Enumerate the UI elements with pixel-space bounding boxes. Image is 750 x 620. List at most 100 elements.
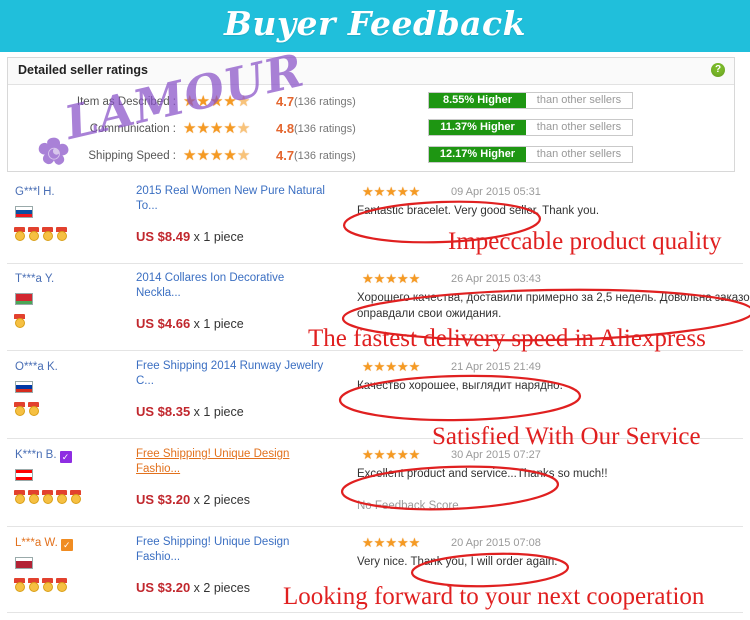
rating-row: Shipping Speed : ★★★★★ 4.7 (136 ratings) 12.… bbox=[8, 144, 734, 171]
comparison-bar: 8.55% Higher than other sellers bbox=[428, 92, 633, 109]
feedback-date: 20 Apr 2015 07:08 bbox=[451, 537, 541, 549]
product-link[interactable]: Free Shipping! Unique Design Fashio... bbox=[136, 535, 331, 565]
buyer-medals bbox=[14, 490, 84, 509]
medal-icon bbox=[56, 490, 67, 504]
feedback-stars: ★★★★★ bbox=[362, 270, 420, 288]
order-price: US $3.20 x 2 pieces bbox=[136, 492, 250, 507]
feedback-row: O***a K. Free Shipping 2014 Runway Jewelr… bbox=[7, 352, 743, 439]
rating-count: (136 ratings) bbox=[294, 96, 356, 108]
rating-label: Shipping Speed : bbox=[88, 150, 176, 162]
rating-score: 4.7 bbox=[276, 148, 295, 163]
feedback-row: T***a Y. 2014 Collares Ion Decorative Nec… bbox=[7, 264, 750, 351]
canada-flag bbox=[15, 469, 33, 481]
medal-icon bbox=[14, 578, 25, 592]
buyer-feedback-page: Buyer Feedback Detailed seller ratings ?… bbox=[0, 0, 750, 620]
medal-icon bbox=[28, 402, 39, 416]
rating-count: (136 ratings) bbox=[294, 123, 356, 135]
question-mark-icon[interactable]: ? bbox=[711, 63, 725, 77]
rating-stars: ★★★★★ bbox=[183, 120, 250, 138]
order-price: US $3.20 x 2 pieces bbox=[136, 580, 250, 595]
medal-icon bbox=[42, 490, 53, 504]
feedback-date: 30 Apr 2015 07:27 bbox=[451, 449, 541, 461]
product-link[interactable]: 2015 Real Women New Pure Natural To... bbox=[136, 184, 331, 214]
medal-icon bbox=[42, 227, 53, 241]
rating-score: 4.7 bbox=[276, 94, 295, 109]
star-rating: ★★★★★ bbox=[362, 271, 421, 286]
buyer-medals bbox=[14, 402, 42, 421]
buyer-name[interactable]: K***n B. ✓ bbox=[15, 449, 72, 463]
buyer-name[interactable]: G***l H. bbox=[15, 186, 55, 198]
ratings-panel-title: Detailed seller ratings bbox=[18, 63, 148, 77]
star-rating: ★★★★★ bbox=[362, 359, 421, 374]
feedback-stars: ★★★★★ bbox=[362, 358, 420, 376]
feedback-comment: Excellent product and service...Thanks s… bbox=[357, 468, 608, 480]
feedback-row: L***a W. ✓ Free Shipping! Unique Design Fa… bbox=[7, 528, 743, 613]
star-rating: ★★★★★ bbox=[183, 147, 251, 164]
feedback-comment: Very nice. Thank you, I will order again… bbox=[357, 556, 558, 568]
medal-icon bbox=[42, 578, 53, 592]
buyer-name[interactable]: O***a K. bbox=[15, 361, 58, 373]
medal-icon bbox=[28, 227, 39, 241]
buyer-medals bbox=[14, 578, 70, 597]
feedback-comment: Хорошего качества, доставили примерно за… bbox=[357, 292, 750, 320]
violet-medal-icon: ✓ bbox=[59, 451, 72, 463]
medal-icon bbox=[14, 314, 25, 328]
order-price: US $8.35 x 1 piece bbox=[136, 404, 244, 419]
rating-row: Item as Described : ★★★★★ 4.7 (136 ratings)… bbox=[8, 90, 734, 117]
feedback-row: G***l H. 2015 Real Women New Pure Natural… bbox=[7, 177, 743, 264]
star-rating: ★★★★★ bbox=[183, 120, 251, 137]
comparison-bar: 12.17% Higher than other sellers bbox=[428, 146, 633, 163]
rating-score: 4.8 bbox=[276, 121, 295, 136]
rating-label: Item as Described : bbox=[76, 96, 176, 108]
comparison-percent: 11.37% Higher bbox=[429, 120, 526, 135]
rating-stars: ★★★★★ bbox=[183, 93, 250, 111]
product-link[interactable]: Free Shipping! Unique Design Fashio... bbox=[136, 447, 331, 477]
rating-count: (136 ratings) bbox=[294, 150, 356, 162]
rating-stars: ★★★★★ bbox=[183, 147, 250, 165]
medal-icon bbox=[14, 227, 25, 241]
product-link[interactable]: Free Shipping 2014 Runway Jewelry C... bbox=[136, 359, 331, 389]
star-rating: ★★★★★ bbox=[362, 535, 421, 550]
buyer-name[interactable]: L***a W. ✓ bbox=[15, 537, 73, 551]
ratings-panel-header: Detailed seller ratings ? bbox=[8, 58, 734, 85]
medal-icon bbox=[28, 490, 39, 504]
feedback-comment: Качество хорошее, выглядит нарядно. bbox=[357, 380, 563, 392]
orange-medal-icon: ✓ bbox=[60, 539, 73, 551]
medal-icon bbox=[56, 227, 67, 241]
medal-icon bbox=[56, 578, 67, 592]
comparison-percent: 12.17% Higher bbox=[429, 147, 526, 162]
product-link[interactable]: 2014 Collares Ion Decorative Neckla... bbox=[136, 271, 331, 301]
feedback-stars: ★★★★★ bbox=[362, 446, 420, 464]
medal-icon bbox=[14, 490, 25, 504]
feedback-stars: ★★★★★ bbox=[362, 183, 420, 201]
feedback-date: 09 Apr 2015 05:31 bbox=[451, 186, 541, 198]
star-rating: ★★★★★ bbox=[362, 447, 421, 462]
medal-icon bbox=[28, 578, 39, 592]
comparison-suffix: than other sellers bbox=[536, 148, 622, 160]
medal-icon bbox=[70, 490, 81, 504]
rating-label: Communication : bbox=[89, 123, 176, 135]
order-price: US $4.66 x 1 piece bbox=[136, 316, 244, 331]
comparison-suffix: than other sellers bbox=[536, 121, 622, 133]
feedback-date: 21 Apr 2015 21:49 bbox=[451, 361, 541, 373]
star-rating: ★★★★★ bbox=[362, 184, 421, 199]
ratings-rows: Item as Described : ★★★★★ 4.7 (136 ratings)… bbox=[8, 85, 734, 171]
detailed-seller-ratings-panel: Detailed seller ratings ? Item as Descri… bbox=[7, 57, 735, 172]
usa-flag bbox=[15, 557, 33, 569]
medal-icon bbox=[14, 402, 25, 416]
feedback-date: 26 Apr 2015 03:43 bbox=[451, 273, 541, 285]
buyer-medals bbox=[14, 314, 28, 333]
feedback-row: K***n B. ✓ Free Shipping! Unique Design Fa… bbox=[7, 440, 743, 527]
comparison-suffix: than other sellers bbox=[536, 94, 622, 106]
no-feedback-score: No Feedback Score bbox=[357, 500, 459, 512]
comparison-bar: 11.37% Higher than other sellers bbox=[428, 119, 633, 136]
star-rating: ★★★★★ bbox=[183, 93, 251, 110]
slovakia-flag bbox=[15, 206, 33, 218]
page-title: Buyer Feedback bbox=[223, 4, 527, 43]
buyer-name[interactable]: T***a Y. bbox=[15, 273, 54, 285]
belarus-flag bbox=[15, 293, 33, 305]
page-banner: Buyer Feedback bbox=[0, 0, 750, 52]
comparison-percent: 8.55% Higher bbox=[429, 93, 526, 108]
order-price: US $8.49 x 1 piece bbox=[136, 229, 244, 244]
feedback-stars: ★★★★★ bbox=[362, 534, 420, 552]
